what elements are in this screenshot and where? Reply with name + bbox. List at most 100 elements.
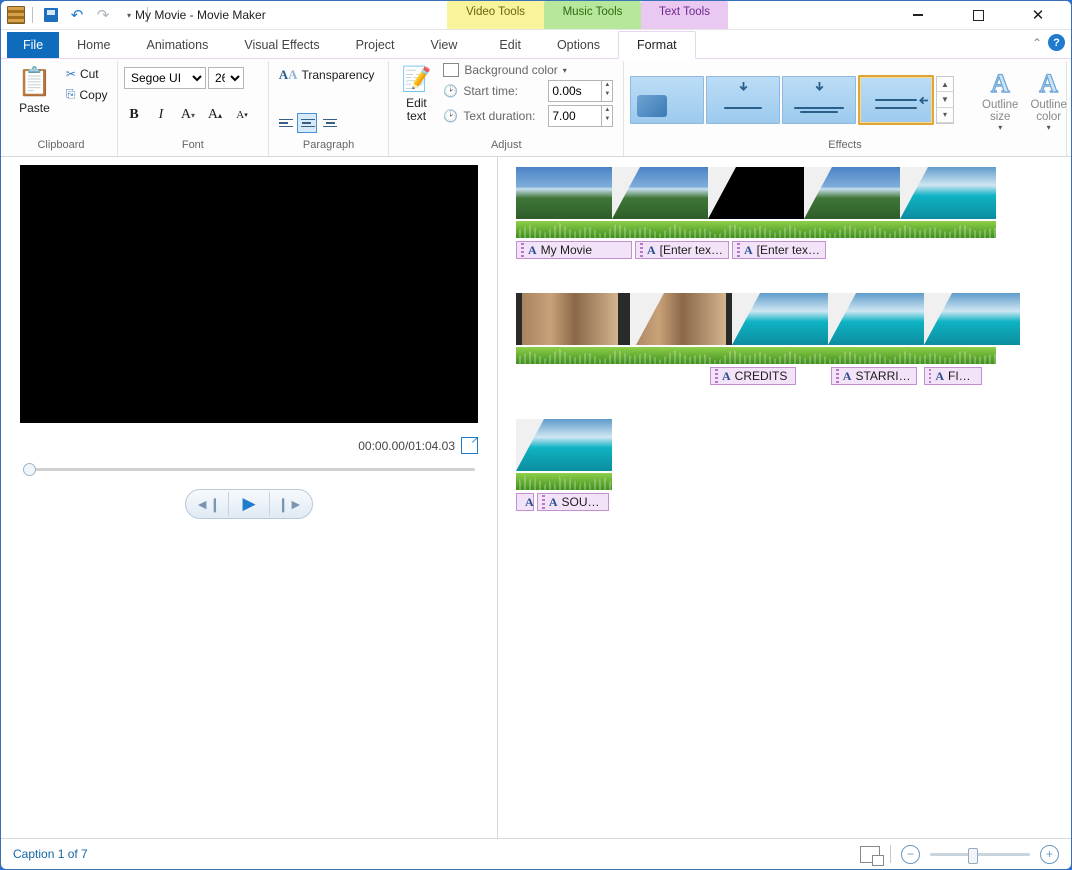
clock-icon: 🕑 — [443, 84, 458, 98]
italic-button[interactable]: I — [151, 105, 171, 125]
workspace: 00:00.00/01:04.03 ◄❙ ▶ ❙► — [1, 157, 1071, 838]
minimize-button[interactable] — [897, 4, 939, 26]
view-switch-button[interactable] — [860, 846, 880, 863]
timeline-clip[interactable] — [516, 293, 624, 345]
undo-button[interactable]: ↶ — [66, 4, 88, 26]
font-family-select[interactable]: Segoe UI — [124, 67, 206, 89]
timeline-clip[interactable] — [828, 293, 924, 345]
decrease-font-button[interactable]: A▾ — [232, 105, 252, 125]
caption-block[interactable]: ASOUN... — [537, 493, 609, 511]
qat-customize[interactable]: ▾ — [118, 4, 140, 26]
tab-file[interactable]: File — [7, 32, 59, 58]
tab-options[interactable]: Options — [539, 32, 618, 58]
transparency-button[interactable]: AA Transparency — [275, 65, 379, 85]
resize-handle[interactable] — [929, 369, 931, 383]
tab-visual-effects[interactable]: Visual Effects — [226, 32, 337, 58]
video-strip-1[interactable] — [516, 167, 1053, 219]
group-label-effects: Effects — [630, 137, 1060, 154]
audio-track-2[interactable] — [516, 347, 996, 364]
increase-font-button[interactable]: A▴ — [205, 105, 225, 125]
copy-button[interactable]: ⎘Copy — [62, 85, 112, 104]
resize-handle[interactable] — [640, 243, 643, 257]
timeline-clip[interactable] — [708, 167, 804, 219]
resize-handle[interactable] — [715, 369, 718, 383]
seek-thumb[interactable] — [23, 463, 36, 476]
timeline-clip[interactable] — [924, 293, 1020, 345]
edit-text-button[interactable]: 📝 Edit text — [395, 63, 437, 125]
video-strip-3[interactable] — [516, 419, 1053, 471]
timeline-clip[interactable] — [804, 167, 900, 219]
effects-gallery-scroll[interactable]: ▲▼▾ — [936, 76, 954, 124]
resize-handle[interactable] — [737, 243, 740, 257]
redo-icon: ↷ — [97, 8, 110, 23]
cut-button[interactable]: ✂Cut — [62, 65, 112, 83]
help-button[interactable]: ? — [1048, 34, 1065, 51]
start-time-label: Start time: — [463, 84, 543, 98]
expand-gallery-icon[interactable]: ▾ — [937, 108, 953, 123]
fullscreen-button[interactable] — [461, 437, 478, 454]
save-button[interactable] — [40, 4, 62, 26]
text-icon: A — [647, 243, 656, 258]
timeline-pane[interactable]: AMy MovieA[Enter text...A[Enter text... … — [498, 157, 1071, 838]
outline-size-button[interactable]: AOutline size▾ — [978, 67, 1022, 134]
video-preview[interactable] — [20, 165, 478, 423]
zoom-thumb[interactable] — [968, 848, 978, 864]
caption-block[interactable]: A[Enter text... — [732, 241, 826, 259]
zoom-in-button[interactable]: + — [1040, 845, 1059, 864]
timeline-clip[interactable] — [732, 293, 828, 345]
video-strip-2[interactable] — [516, 293, 1053, 345]
tab-home[interactable]: Home — [59, 32, 128, 58]
align-left-button[interactable] — [275, 113, 295, 133]
collapse-ribbon-icon[interactable]: ⌃ — [1032, 36, 1042, 50]
seek-bar[interactable] — [23, 468, 475, 471]
effects-gallery: ▲▼▾ — [630, 75, 954, 125]
paste-button[interactable]: 📋 Paste — [11, 63, 58, 117]
resize-handle[interactable] — [836, 369, 839, 383]
timeline-clip[interactable] — [900, 167, 996, 219]
tab-edit[interactable]: Edit — [481, 32, 539, 58]
scroll-down-icon[interactable]: ▼ — [937, 92, 953, 107]
zoom-out-button[interactable]: − — [901, 845, 920, 864]
effect-item-4-selected[interactable] — [858, 75, 934, 125]
tab-project[interactable]: Project — [338, 32, 413, 58]
effect-item-1[interactable] — [630, 76, 704, 124]
caption-block[interactable]: A[Enter text... — [635, 241, 729, 259]
play-button[interactable]: ▶ — [229, 492, 270, 516]
resize-handle[interactable] — [521, 243, 524, 257]
tab-animations[interactable]: Animations — [129, 32, 227, 58]
next-frame-button[interactable]: ❙► — [270, 492, 310, 516]
align-right-button[interactable] — [319, 113, 339, 133]
prev-frame-button[interactable]: ◄❙ — [188, 492, 229, 516]
caption-block[interactable]: AFILM... — [924, 367, 982, 385]
tab-format[interactable]: Format — [618, 31, 696, 59]
timeline-clip[interactable] — [516, 167, 612, 219]
grow-font-button[interactable]: A▾ — [178, 105, 198, 125]
timeline-clip[interactable] — [612, 167, 708, 219]
start-time-input[interactable]: ▲▼ — [548, 80, 613, 102]
audio-track-3[interactable] — [516, 473, 612, 490]
caption-block[interactable]: ASTARRING — [831, 367, 917, 385]
close-button[interactable]: ✕ — [1017, 4, 1059, 26]
caption-block[interactable]: ACREDITS — [710, 367, 796, 385]
text-duration-input[interactable]: ▲▼ — [548, 105, 613, 127]
font-size-select[interactable]: 26 — [208, 67, 244, 89]
clipboard-icon: 📋 — [17, 65, 52, 98]
outline-color-button[interactable]: AOutline color▾ — [1026, 67, 1070, 134]
align-center-button[interactable] — [297, 113, 317, 133]
redo-button[interactable]: ↷ — [92, 4, 114, 26]
timeline-clip[interactable] — [624, 293, 732, 345]
resize-handle[interactable] — [542, 495, 545, 509]
zoom-slider[interactable] — [930, 853, 1030, 856]
effect-item-3[interactable] — [782, 76, 856, 124]
caption-block[interactable]: AF.. — [516, 493, 534, 511]
caption-block[interactable]: AMy Movie — [516, 241, 632, 259]
tab-view[interactable]: View — [413, 32, 476, 58]
audio-track-1[interactable] — [516, 221, 996, 238]
bold-button[interactable]: B — [124, 105, 144, 125]
background-color-button[interactable]: Background color ▾ — [443, 63, 613, 77]
timeline-clip[interactable] — [516, 419, 612, 471]
effect-item-2[interactable] — [706, 76, 780, 124]
maximize-button[interactable] — [957, 4, 999, 26]
group-label-paragraph: Paragraph — [275, 137, 383, 154]
scroll-up-icon[interactable]: ▲ — [937, 77, 953, 92]
